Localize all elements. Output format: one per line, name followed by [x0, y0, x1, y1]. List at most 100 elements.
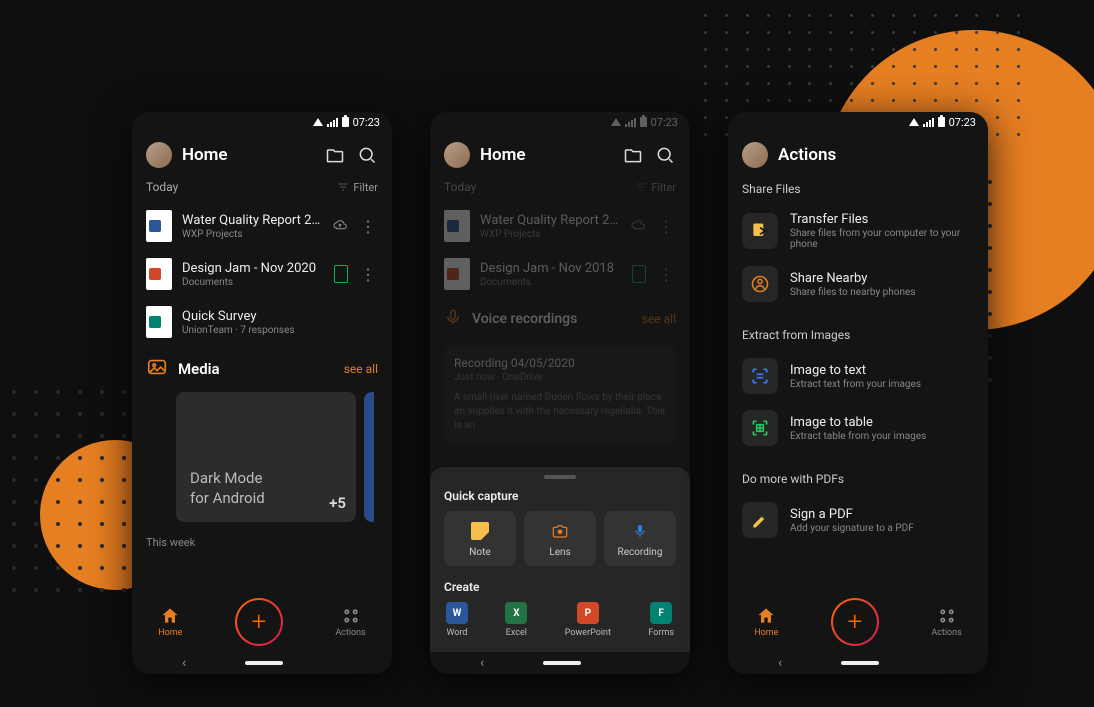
section-sharefiles: Share Files [728, 178, 988, 204]
create-forms[interactable]: FForms [648, 602, 674, 638]
back-icon[interactable]: ‹ [182, 655, 186, 671]
file-item[interactable]: Design Jam - Nov 2020 Documents ⋮ [132, 250, 392, 298]
powerpoint-icon: P [577, 602, 599, 624]
android-nav-bar: ‹ [430, 652, 690, 674]
fab-add[interactable]: + [235, 598, 283, 646]
android-nav-bar: ‹ [132, 652, 392, 674]
quick-recording[interactable]: Recording [604, 511, 676, 566]
section-thisweek: This week [132, 522, 392, 553]
filter-button[interactable]: Filter [635, 181, 676, 194]
nav-actions[interactable]: Actions [335, 606, 365, 638]
more-icon[interactable]: ⋮ [358, 217, 378, 236]
page-title: Home [480, 145, 612, 165]
nav-actions[interactable]: Actions [931, 606, 961, 638]
page-title: Actions [778, 145, 974, 165]
file-name: Design Jam - Nov 2020 [182, 261, 324, 276]
powerpoint-icon [444, 258, 470, 290]
file-name: Quick Survey [182, 309, 378, 324]
back-icon[interactable]: ‹ [778, 655, 782, 671]
mic-icon [444, 308, 462, 330]
file-item[interactable]: Water Quality Report 2019WXP Projects ⋮ [430, 202, 690, 250]
image-text-icon [742, 358, 778, 394]
create-label: Create [444, 580, 676, 594]
file-name: Water Quality Report 2021 [182, 213, 322, 228]
nav-home[interactable]: Home [158, 606, 182, 638]
transfer-icon [742, 213, 778, 249]
create-powerpoint[interactable]: PPowerPoint [565, 602, 611, 638]
action-image-to-table[interactable]: Image to tableExtract table from your im… [728, 402, 988, 454]
word-doc-icon [146, 210, 172, 242]
see-all-link[interactable]: see all [642, 312, 676, 326]
file-sub: Documents [182, 277, 324, 288]
page-title: Home [182, 145, 314, 165]
media-label: Media [178, 360, 334, 378]
section-pdf: Do more with PDFs [728, 468, 988, 494]
see-all-link[interactable]: see all [344, 362, 378, 376]
battery-icon [342, 117, 349, 127]
folder-icon[interactable] [324, 144, 346, 166]
signal-icon [327, 118, 338, 127]
bottom-sheet: Quick capture Note Lens Recording [430, 467, 690, 652]
home-pill[interactable] [543, 661, 581, 665]
file-item[interactable]: Water Quality Report 2021 WXP Projects ⋮ [132, 202, 392, 250]
avatar[interactable] [146, 142, 172, 168]
note-icon [471, 522, 489, 540]
create-word[interactable]: WWord [446, 602, 468, 638]
file-sub: WXP Projects [182, 229, 322, 240]
file-item[interactable]: Design Jam - Nov 2018Documents ⋮ [430, 250, 690, 298]
nav-home[interactable]: Home [754, 606, 778, 638]
more-icon[interactable]: ⋮ [358, 265, 378, 284]
excel-icon: X [505, 602, 527, 624]
mic-icon [630, 521, 650, 541]
quick-lens[interactable]: Lens [524, 511, 596, 566]
action-share-nearby[interactable]: Share NearbyShare files to nearby phones [728, 258, 988, 310]
create-excel[interactable]: XExcel [505, 602, 527, 638]
status-badge [334, 265, 348, 283]
search-icon[interactable] [356, 144, 378, 166]
home-pill[interactable] [245, 661, 283, 665]
section-today: Today [146, 180, 178, 194]
status-badge [632, 265, 646, 283]
avatar[interactable] [444, 142, 470, 168]
forms-icon: F [650, 602, 672, 624]
status-bar: 07:23 [132, 112, 392, 132]
phone-home: 07:23 Home Today Filter [132, 112, 392, 674]
avatar[interactable] [742, 142, 768, 168]
action-sign-pdf[interactable]: Sign a PDFAdd your signature to a PDF [728, 494, 988, 546]
lens-icon [550, 521, 570, 541]
word-icon: W [446, 602, 468, 624]
cloud-icon[interactable] [332, 216, 348, 236]
back-icon[interactable]: ‹ [480, 655, 484, 671]
action-image-to-text[interactable]: Image to textExtract text from your imag… [728, 350, 988, 402]
android-nav-bar: ‹ [728, 652, 988, 674]
media-icon [146, 356, 168, 382]
more-icon[interactable]: ⋮ [656, 217, 676, 236]
home-pill[interactable] [841, 661, 879, 665]
word-doc-icon [444, 210, 470, 242]
folder-icon[interactable] [622, 144, 644, 166]
quick-note[interactable]: Note [444, 511, 516, 566]
extra-count: +5 [329, 494, 346, 512]
forms-icon [146, 306, 172, 338]
phone-actions: 07:23 Actions Share Files Transfer Files… [728, 112, 988, 674]
powerpoint-icon [146, 258, 172, 290]
action-transfer-files[interactable]: Transfer FilesShare files from your comp… [728, 204, 988, 258]
more-icon[interactable]: ⋮ [656, 265, 676, 284]
filter-button[interactable]: Filter [337, 181, 378, 194]
image-table-icon [742, 410, 778, 446]
recording-card[interactable]: Recording 04/05/2020 Just now · OneDrive… [444, 346, 676, 443]
status-time: 07:23 [353, 116, 380, 129]
media-card[interactable]: Dark Modefor Android +5 [176, 392, 356, 522]
sheet-handle[interactable] [544, 475, 576, 479]
search-icon[interactable] [654, 144, 676, 166]
file-item[interactable]: Quick Survey UnionTeam · 7 responses [132, 298, 392, 346]
status-bar: 07:23 [728, 112, 988, 132]
cloud-icon[interactable] [630, 216, 646, 236]
quick-capture-label: Quick capture [444, 489, 676, 503]
media-card-peek[interactable] [364, 392, 374, 522]
status-bar: 07:23 [430, 112, 690, 132]
share-nearby-icon [742, 266, 778, 302]
sign-pdf-icon [742, 502, 778, 538]
fab-add[interactable]: + [831, 598, 879, 646]
wifi-icon [313, 118, 323, 126]
